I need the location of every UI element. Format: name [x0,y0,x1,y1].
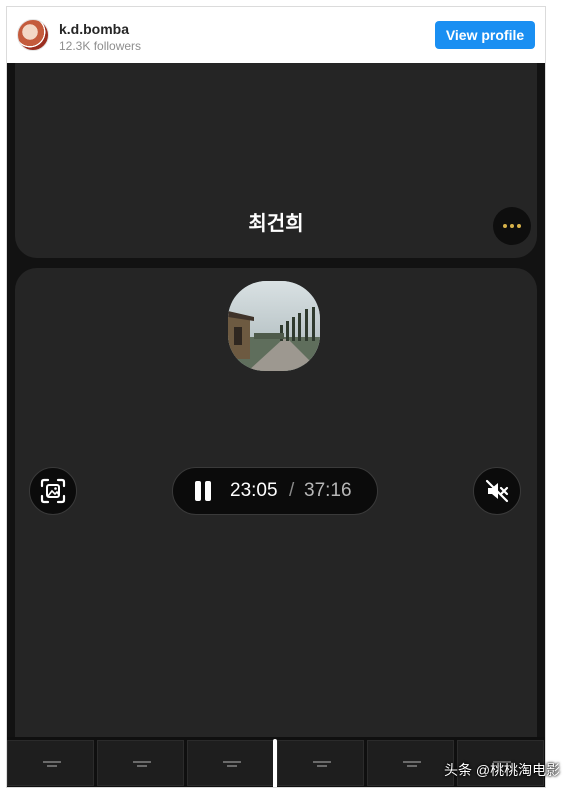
more-icon [503,224,507,228]
more-options-button[interactable] [493,207,531,245]
time-separator: / [289,480,295,501]
instagram-embed: k.d.bomba 12.3K followers View profile 최… [6,6,546,788]
muted-speaker-icon [485,479,509,503]
current-time: 23:05 [230,480,278,501]
timeline-playhead[interactable] [273,739,277,787]
view-profile-button[interactable]: View profile [435,21,535,49]
timeline-frame [97,740,184,786]
embed-header: k.d.bomba 12.3K followers View profile [7,7,545,63]
timeline-frame [277,740,364,786]
timeline-frame [7,740,94,786]
more-icon [517,224,521,228]
watermark-text: 头条 @桃桃淘电影 [444,762,561,778]
video-player[interactable]: 최건희 23:05 / 37:16 [7,63,545,787]
more-icon [510,224,514,228]
user-name[interactable]: k.d.bomba [59,21,129,37]
user-avatar[interactable] [17,19,49,51]
video-thumbnail [228,281,320,371]
pause-icon[interactable] [193,481,213,501]
timeline-frame [187,740,274,786]
playback-controls: 23:05 / 37:16 [172,467,378,515]
photo-capture-icon [40,478,66,504]
total-duration: 37:16 [304,480,352,501]
photo-capture-button[interactable] [29,467,77,515]
top-card: 최건희 [15,63,537,258]
card-title: 최건희 [248,213,304,235]
follower-count: 12.3K followers [59,39,142,53]
timeline-frame [367,740,454,786]
mute-toggle-button[interactable] [473,467,521,515]
thumbnail-scene-image [228,281,320,371]
